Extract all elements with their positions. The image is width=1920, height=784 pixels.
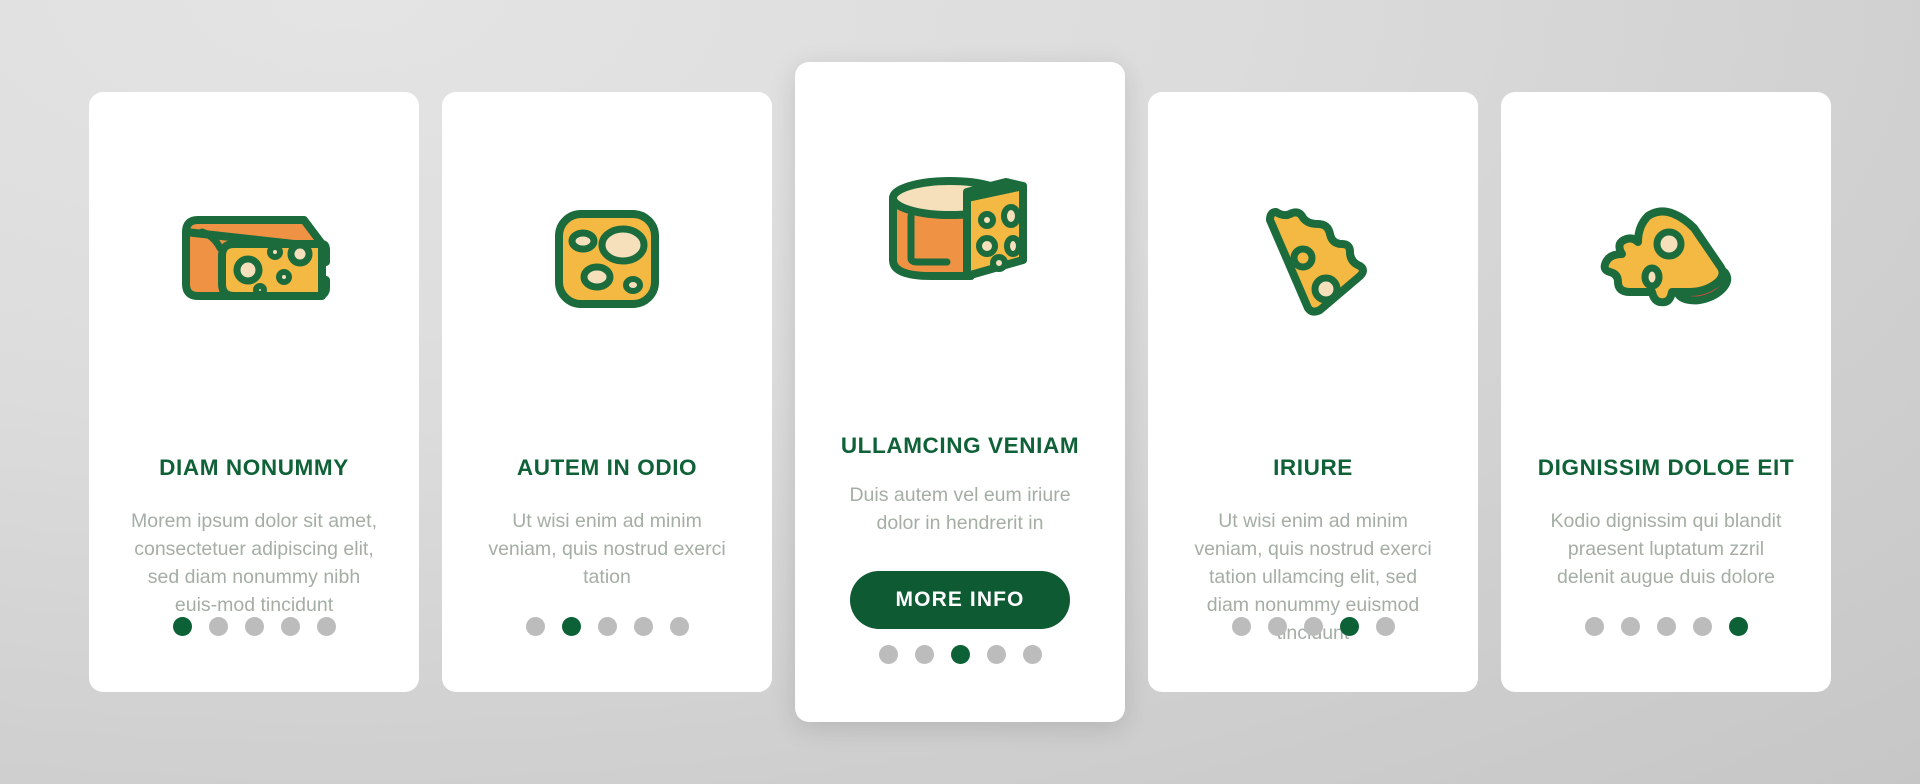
cheese-wheel-cut-icon bbox=[875, 154, 1045, 304]
pagination-dot[interactable] bbox=[561, 617, 581, 636]
pagination-dots[interactable] bbox=[1148, 617, 1478, 636]
pagination-dot[interactable] bbox=[1339, 617, 1359, 636]
pagination-dot[interactable] bbox=[1620, 617, 1640, 636]
onboarding-screens-container: DIAM NONUMMY Morem ipsum dolor sit amet,… bbox=[0, 0, 1920, 784]
pagination-dot[interactable] bbox=[986, 645, 1006, 664]
pagination-dot[interactable] bbox=[172, 617, 192, 636]
card-body-text: Ut wisi enim ad minim veniam, quis nostr… bbox=[488, 510, 726, 589]
more-info-button[interactable]: MORE INFO bbox=[849, 571, 1071, 630]
onboarding-card-2[interactable]: AUTEM IN ODIO Ut wisi enim ad minim veni… bbox=[442, 92, 772, 692]
pagination-dot[interactable] bbox=[1231, 617, 1251, 636]
pagination-dot[interactable] bbox=[1267, 617, 1287, 636]
card-body-text: Morem ipsum dolor sit amet, consectetuer… bbox=[131, 510, 377, 617]
onboarding-card-1[interactable]: DIAM NONUMMY Morem ipsum dolor sit amet,… bbox=[89, 92, 419, 692]
melted-cheese-salami-icon bbox=[1586, 182, 1746, 332]
pagination-dot[interactable] bbox=[950, 645, 970, 664]
pagination-dot[interactable] bbox=[669, 617, 689, 636]
card-title: DIAM NONUMMY bbox=[159, 455, 349, 480]
card-title: DIGNISSIM DOLOE EIT bbox=[1537, 455, 1795, 480]
pagination-dot[interactable] bbox=[1022, 645, 1042, 664]
pagination-dots[interactable] bbox=[1501, 617, 1831, 636]
card-title: AUTEM IN ODIO bbox=[516, 455, 698, 480]
pagination-dot[interactable] bbox=[597, 617, 617, 636]
pagination-dot[interactable] bbox=[525, 617, 545, 636]
pagination-dot[interactable] bbox=[1656, 617, 1676, 636]
pagination-dots[interactable] bbox=[442, 617, 772, 636]
pagination-dot[interactable] bbox=[1303, 617, 1323, 636]
pagination-dots[interactable] bbox=[89, 617, 419, 636]
pagination-dot[interactable] bbox=[914, 645, 934, 664]
onboarding-card-5[interactable]: DIGNISSIM DOLOE EIT Kodio dignissim qui … bbox=[1501, 92, 1831, 692]
cards-row: DIAM NONUMMY Morem ipsum dolor sit amet,… bbox=[0, 0, 1920, 784]
pagination-dot[interactable] bbox=[1375, 617, 1395, 636]
pagination-dot[interactable] bbox=[878, 645, 898, 664]
card-body-text: Kodio dignissim qui blandit praesent lup… bbox=[1550, 510, 1782, 589]
pagination-dot[interactable] bbox=[1728, 617, 1748, 636]
pagination-dot[interactable] bbox=[244, 617, 264, 636]
cheese-slice-square-icon bbox=[537, 182, 677, 332]
card-title: ULLAMCING VENIAM bbox=[840, 433, 1080, 458]
onboarding-card-3[interactable]: ULLAMCING VENIAM Duis autem vel eum iriu… bbox=[795, 62, 1125, 722]
pagination-dot[interactable] bbox=[633, 617, 653, 636]
pagination-dots[interactable] bbox=[795, 645, 1125, 664]
card-body-text: Duis autem vel eum iriure dolor in hendr… bbox=[849, 484, 1071, 535]
pagination-dot[interactable] bbox=[280, 617, 300, 636]
pagination-dot[interactable] bbox=[208, 617, 228, 636]
pagination-dot[interactable] bbox=[316, 617, 336, 636]
onboarding-card-4[interactable]: IRIURE Ut wisi enim ad minim veniam, qui… bbox=[1148, 92, 1478, 692]
card-title: IRIURE bbox=[1273, 455, 1353, 480]
pagination-dot[interactable] bbox=[1584, 617, 1604, 636]
cheese-wedge-block-icon bbox=[174, 182, 334, 332]
pagination-dot[interactable] bbox=[1692, 617, 1712, 636]
cheese-triangle-slice-icon bbox=[1248, 182, 1378, 332]
